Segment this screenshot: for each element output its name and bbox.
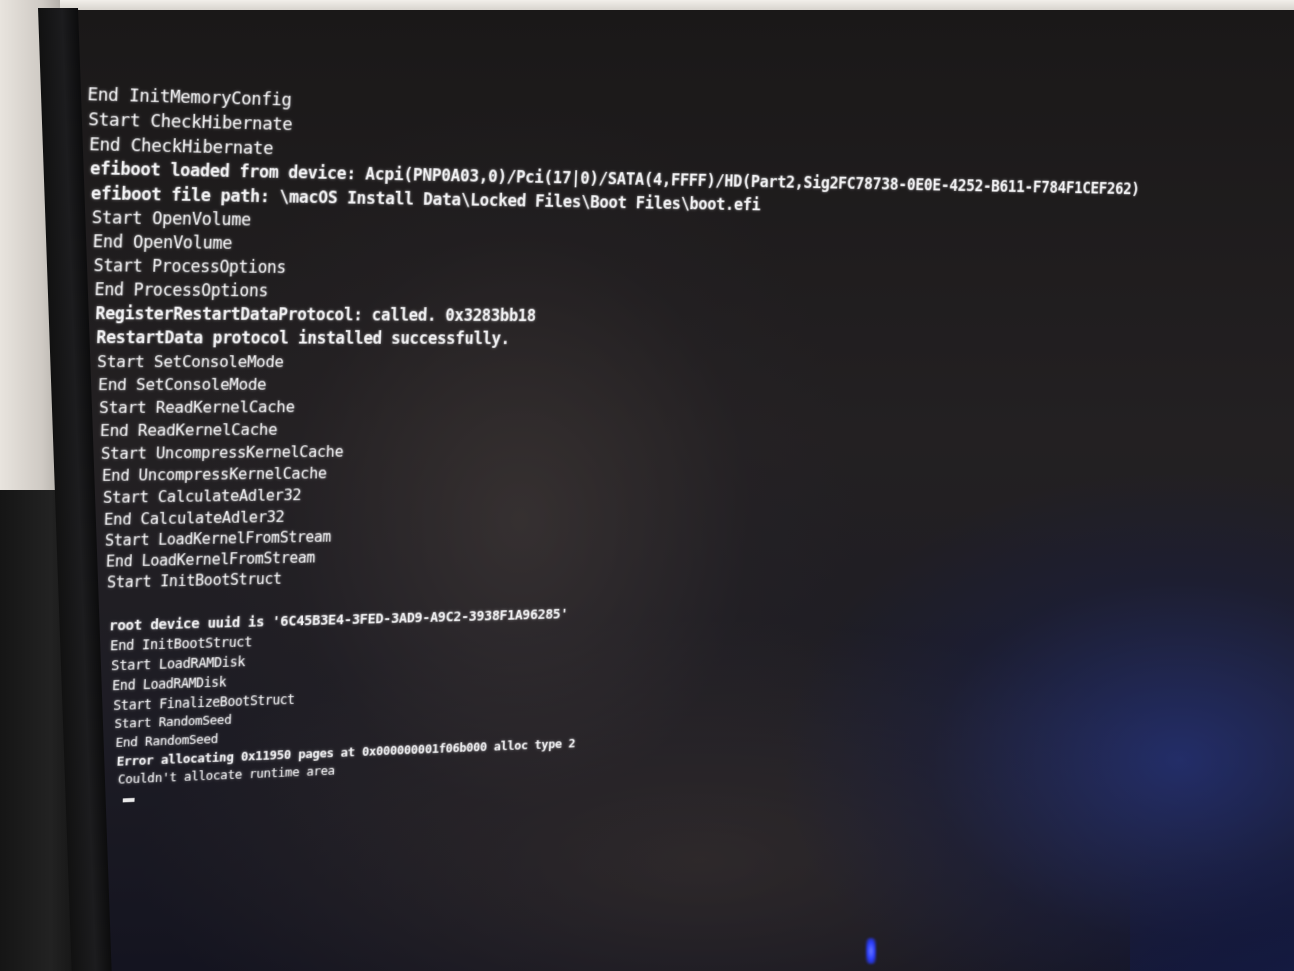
wall-top (0, 0, 1294, 10)
console-line: Start ReadKernelCache (98, 397, 296, 418)
console-line: Start RandomSeed (114, 712, 232, 732)
console-line: End ProcessOptions (94, 280, 269, 302)
console-output: End InitMemoryConfig Start CheckHibernat… (44, 84, 1149, 886)
console-line: End LoadRAMDisk (111, 674, 227, 695)
console-line: Start ProcessOptions (93, 256, 287, 278)
console-line: Start CalculateAdler32 (102, 485, 302, 507)
console-line: RestartData protocol installed successfu… (95, 328, 511, 349)
screen-glare (1130, 860, 1294, 971)
console-line: End RandomSeed (115, 732, 219, 751)
console-line: End InitBootStruct (109, 634, 253, 655)
console-line: Start CheckHibernate (87, 109, 293, 136)
console-line: End SetConsoleMode (97, 374, 267, 395)
console-line: root device uuid is '6C45B3E4-3FED-3AD9-… (108, 606, 569, 635)
console-line: Start FinalizeBootStruct (112, 692, 295, 715)
boot-screen-photo: End InitMemoryConfig Start CheckHibernat… (0, 0, 1294, 971)
console-line: End OpenVolume (92, 232, 233, 254)
console-line: Start OpenVolume (91, 208, 252, 231)
console-line: End LoadKernelFromStream (105, 548, 316, 571)
console-line: Start LoadRAMDisk (110, 654, 246, 675)
console-line: Start UncompressKernelCache (100, 442, 344, 463)
console-line: End CalculateAdler32 (103, 507, 285, 529)
console-line: Start InitBootStruct (106, 569, 283, 592)
console-line: RegisterRestartDataProtocol: called. 0x3… (94, 304, 537, 326)
power-led-icon (866, 938, 876, 964)
console-line: End UncompressKernelCache (101, 463, 328, 485)
console-line: End CheckHibernate (88, 134, 274, 160)
console-line: Start SetConsoleMode (96, 352, 285, 372)
console-line: End ReadKernelCache (99, 420, 278, 440)
console-line: Start LoadKernelFromStream (104, 527, 332, 550)
console-line: End InitMemoryConfig (86, 84, 292, 111)
text-cursor (122, 797, 135, 803)
